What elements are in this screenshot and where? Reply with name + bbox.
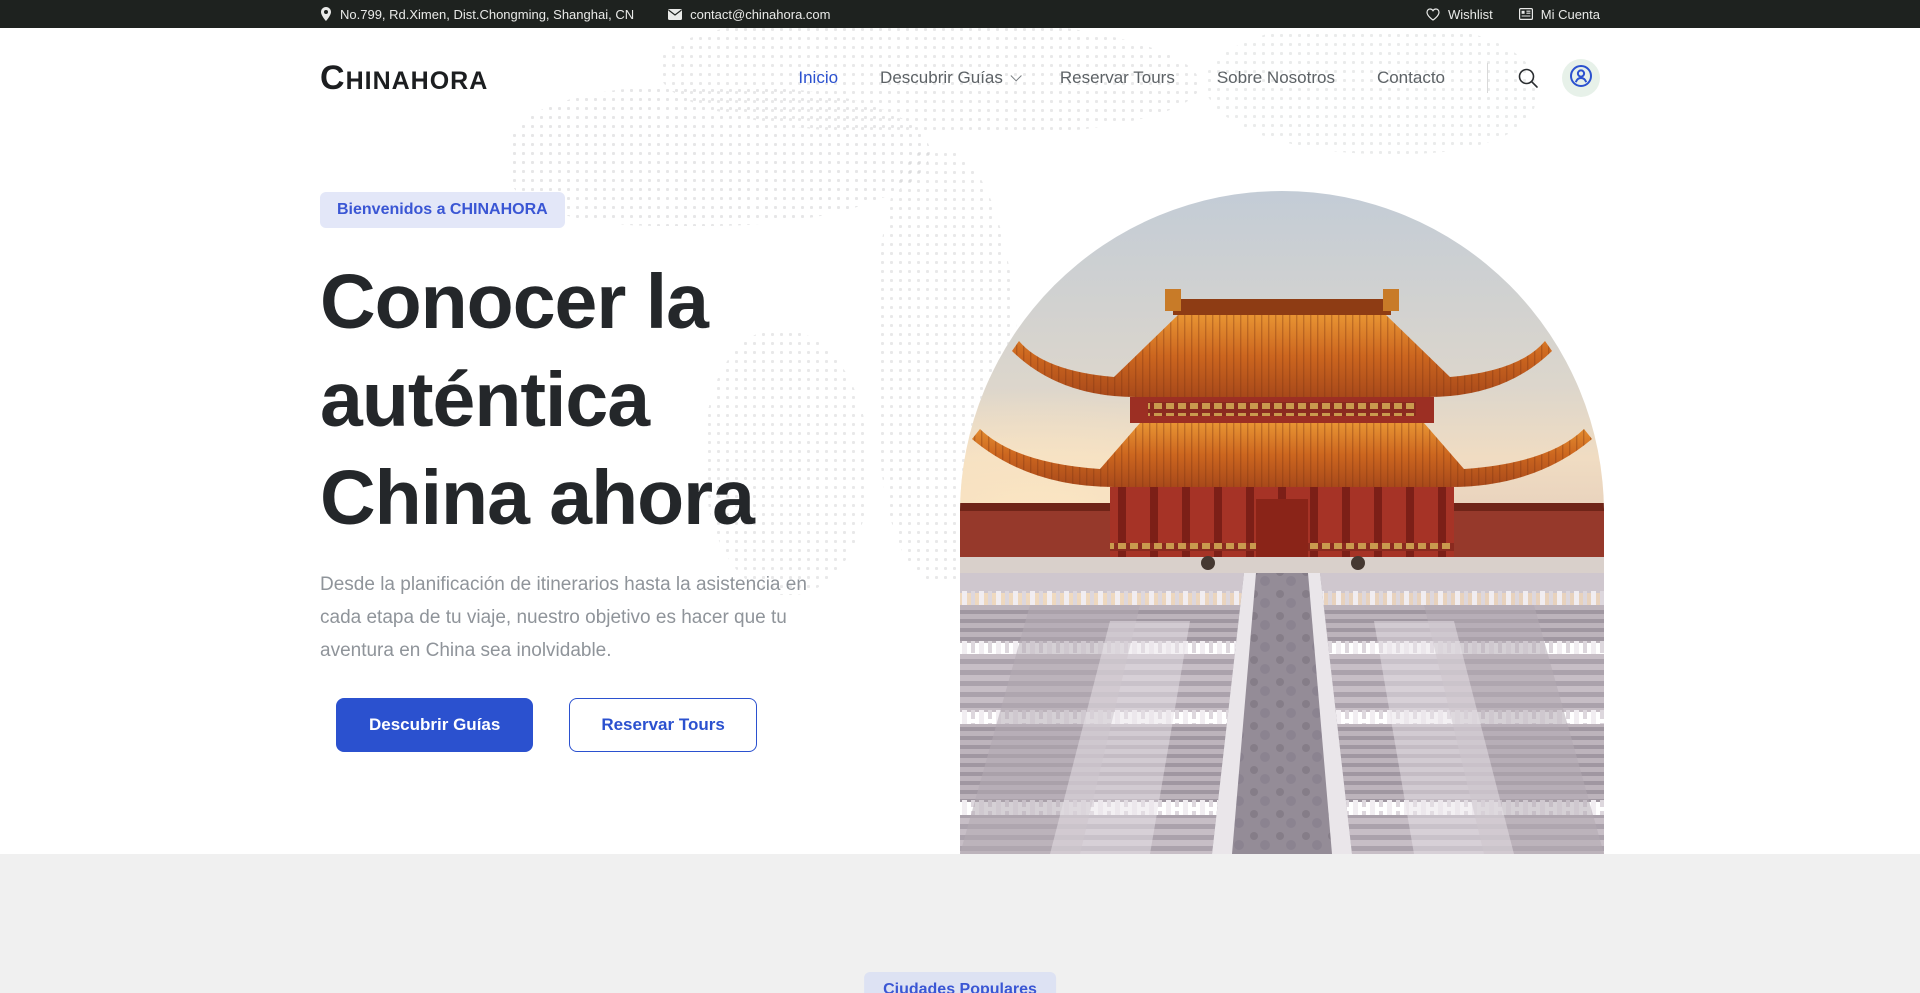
hero-description: Desde la planificación de itinerarios ha… [320, 569, 850, 668]
page: No.799, Rd.Ximen, Dist.Chongming, Shangh… [0, 0, 1920, 993]
email-item[interactable]: contact@chinahora.com [668, 7, 830, 22]
account-link[interactable]: Mi Cuenta [1519, 7, 1600, 22]
popular-cities-section: Ciudades Populares [0, 854, 1920, 993]
address-text: No.799, Rd.Ximen, Dist.Chongming, Shangh… [340, 7, 634, 22]
envelope-icon [668, 9, 682, 20]
nav-item-sobre-nosotros[interactable]: Sobre Nosotros [1217, 68, 1335, 88]
nav-label: Reservar Tours [1060, 68, 1175, 88]
nav-item-inicio[interactable]: Inicio [798, 68, 838, 88]
topbar: No.799, Rd.Ximen, Dist.Chongming, Shangh… [0, 0, 1920, 28]
search-icon[interactable] [1516, 66, 1540, 90]
address-item: No.799, Rd.Ximen, Dist.Chongming, Shangh… [320, 7, 634, 22]
account-card-icon [1519, 8, 1533, 20]
nav-label: Sobre Nosotros [1217, 68, 1335, 88]
reservar-tours-button[interactable]: Reservar Tours [569, 698, 756, 752]
hero-title-line: China ahora [320, 455, 754, 541]
nav-item-reservar-tours[interactable]: Reservar Tours [1060, 68, 1175, 88]
header-divider [1487, 63, 1488, 93]
site-logo[interactable]: CHINAHORA [320, 59, 488, 98]
user-avatar-button[interactable] [1562, 59, 1600, 97]
nav-item-contacto[interactable]: Contacto [1377, 68, 1445, 88]
nav-label: Contacto [1377, 68, 1445, 88]
nav-label: Descubrir Guías [880, 68, 1003, 88]
hero-badge: Bienvenidos a CHINAHORA [320, 192, 565, 228]
hero-section: Bienvenidos a CHINAHORA Conocer la autén… [0, 128, 1920, 752]
user-avatar-icon [1568, 63, 1594, 94]
section-badge: Ciudades Populares [864, 972, 1056, 993]
wishlist-link[interactable]: Wishlist [1426, 7, 1493, 22]
nav-item-descubrir-guias[interactable]: Descubrir Guías [880, 68, 1018, 88]
hero-title: Conocer la auténtica China ahora [320, 254, 1600, 547]
main-nav: Inicio Descubrir Guías Reservar Tours So… [798, 68, 1445, 88]
account-label: Mi Cuenta [1541, 7, 1600, 22]
location-pin-icon [320, 7, 332, 21]
descubrir-guias-button[interactable]: Descubrir Guías [336, 698, 533, 752]
nav-label: Inicio [798, 68, 838, 88]
hero-title-line: auténtica [320, 357, 649, 443]
hero-title-line: Conocer la [320, 259, 708, 345]
email-text: contact@chinahora.com [690, 7, 830, 22]
heart-icon [1426, 8, 1440, 21]
chevron-down-icon [1010, 70, 1021, 81]
wishlist-label: Wishlist [1448, 7, 1493, 22]
main-header: CHINAHORA Inicio Descubrir Guías Reserva… [0, 28, 1920, 128]
